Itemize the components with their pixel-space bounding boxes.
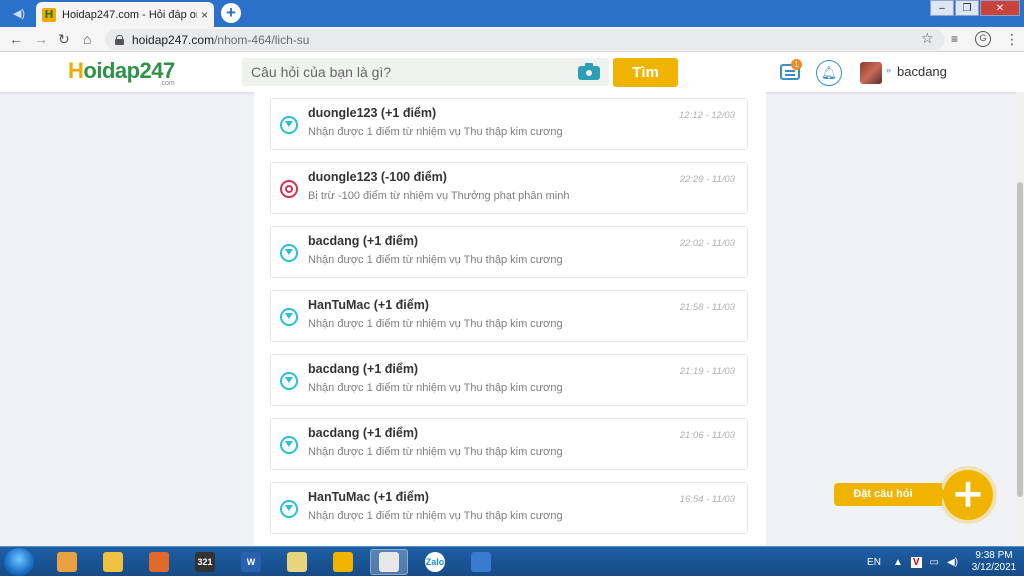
history-item-description: Nhận được 1 điểm từ nhiệm vụ Thu thập ki… bbox=[308, 446, 563, 458]
avatar[interactable] bbox=[860, 62, 882, 84]
history-item-time: 12:12 - 12/03 bbox=[679, 110, 735, 121]
antivirus-icon[interactable]: V bbox=[910, 556, 922, 568]
history-item-time: 16:54 - 11/03 bbox=[679, 494, 735, 505]
page-scrollbar[interactable] bbox=[1016, 92, 1024, 546]
history-item-title[interactable]: bacdang (+1 điểm) bbox=[308, 426, 418, 440]
messages-badge: 1 bbox=[791, 59, 802, 70]
search-button[interactable]: Tìm bbox=[613, 58, 678, 87]
home-icon[interactable]: ⌂ bbox=[83, 31, 91, 47]
network-icon[interactable]: ▭ bbox=[930, 557, 939, 568]
diamond-icon bbox=[280, 244, 298, 262]
window-controls: – ❐ ✕ bbox=[929, 0, 1020, 16]
tab-close-icon[interactable]: × bbox=[201, 8, 208, 22]
history-item[interactable]: bacdang (+1 điểm) Nhận được 1 điểm từ nhi… bbox=[270, 418, 748, 470]
volume-icon[interactable]: ◀) bbox=[947, 557, 958, 568]
file-explorer-icon[interactable] bbox=[94, 549, 132, 575]
diamond-icon bbox=[280, 436, 298, 454]
browser-tabbar: ◀) H Hoidap247.com - Hỏi đáp online × + … bbox=[0, 0, 1024, 27]
site-logo[interactable]: Hoidap247 .com bbox=[68, 58, 175, 87]
bookmark-star-icon[interactable]: ☆ bbox=[921, 30, 934, 47]
history-item[interactable]: bacdang (+1 điểm) Nhận được 1 điểm từ nhi… bbox=[270, 354, 748, 406]
app-1-icon[interactable] bbox=[48, 549, 86, 575]
diamond-icon bbox=[280, 500, 298, 518]
extension-icon[interactable]: G bbox=[975, 31, 991, 47]
username[interactable]: bacdang bbox=[897, 64, 947, 79]
app-7-icon[interactable] bbox=[324, 549, 362, 575]
word-icon[interactable]: W bbox=[232, 549, 270, 575]
diamond-icon bbox=[280, 116, 298, 134]
tab-title: Hoidap247.com - Hỏi đáp online bbox=[62, 8, 197, 21]
target-icon bbox=[280, 180, 298, 198]
clock[interactable]: 9:38 PM 3/12/2021 bbox=[964, 550, 1024, 574]
notification-bell-icon[interactable]: 🔔︎ bbox=[816, 60, 842, 86]
history-item-title[interactable]: bacdang (+1 điểm) bbox=[308, 362, 418, 376]
tray-up-arrow-icon[interactable]: ▲ bbox=[893, 557, 903, 568]
history-item-time: 21:58 - 11/03 bbox=[679, 302, 735, 313]
diamond-icon bbox=[280, 372, 298, 390]
browser-toolbar: ← → ↻ ⌂ hoidap247.com/nhom-464/lich-su ☆… bbox=[0, 27, 1024, 52]
diamond-icon bbox=[280, 308, 298, 326]
history-item-description: Nhận được 1 điểm từ nhiệm vụ Thu thập ki… bbox=[308, 318, 563, 330]
new-tab-button[interactable]: + bbox=[221, 3, 241, 23]
reload-icon[interactable]: ↻ bbox=[58, 31, 70, 47]
history-item-time: 21:06 - 11/03 bbox=[679, 430, 735, 441]
history-item-title[interactable]: bacdang (+1 điểm) bbox=[308, 234, 418, 248]
restore-button[interactable]: ❐ bbox=[955, 0, 979, 16]
audio-tab-icon[interactable]: ◀) bbox=[4, 3, 34, 25]
favicon-icon: H bbox=[42, 7, 56, 22]
zalo-icon[interactable]: Zalo bbox=[416, 549, 454, 575]
history-item[interactable]: HanTuMac (+1 điểm) Nhận được 1 điểm từ nh… bbox=[270, 290, 748, 342]
history-item-title[interactable]: duongle123 (-100 điểm) bbox=[308, 170, 447, 184]
history-item-title[interactable]: duongle123 (+1 điểm) bbox=[308, 106, 436, 120]
chevron-down-icon[interactable]: » bbox=[886, 65, 891, 75]
paint-icon[interactable] bbox=[278, 549, 316, 575]
history-panel: duongle123 (+1 điểm) Nhận được 1 điểm từ … bbox=[254, 92, 766, 546]
history-item-time: 22:29 - 11/03 bbox=[679, 174, 735, 185]
windows-taskbar: 321 W Zalo EN ▲ V ▭ ◀) 9:38 PM 3/12/2021 bbox=[0, 546, 1024, 576]
camera-icon[interactable] bbox=[578, 63, 600, 80]
back-icon[interactable]: ← bbox=[9, 31, 23, 47]
lock-icon bbox=[115, 34, 124, 45]
search-input[interactable] bbox=[242, 58, 562, 86]
ask-question-button[interactable]: + bbox=[943, 470, 993, 520]
forward-icon[interactable]: → bbox=[34, 31, 48, 47]
site-header: Hoidap247 .com Tìm 1 🔔︎ » bacdang bbox=[0, 52, 1024, 92]
history-item-description: Nhận được 1 điểm từ nhiệm vụ Thu thập ki… bbox=[308, 254, 563, 266]
history-item[interactable]: duongle123 (+1 điểm) Nhận được 1 điểm từ … bbox=[270, 98, 748, 150]
history-item-description: Nhận được 1 điểm từ nhiệm vụ Thu thập ki… bbox=[308, 382, 563, 394]
address-bar[interactable]: hoidap247.com/nhom-464/lich-su bbox=[105, 29, 945, 50]
menu-icon[interactable]: ⋮ bbox=[1005, 31, 1019, 48]
calendar-app-icon[interactable]: 321 bbox=[186, 549, 224, 575]
history-item-time: 22:02 - 11/03 bbox=[679, 238, 735, 249]
window-close-button[interactable]: ✕ bbox=[980, 0, 1020, 16]
start-button[interactable] bbox=[4, 548, 34, 576]
history-item[interactable]: bacdang (+1 điểm) Nhận được 1 điểm từ nhi… bbox=[270, 226, 748, 278]
system-tray: EN ▲ V ▭ ◀) 9:38 PM 3/12/2021 bbox=[867, 547, 1024, 576]
media-player-icon[interactable] bbox=[140, 549, 178, 575]
media-list-icon[interactable]: ≡ bbox=[951, 32, 958, 46]
app-10-icon[interactable] bbox=[462, 549, 500, 575]
search-box bbox=[242, 58, 609, 86]
ask-question-label[interactable]: Đặt câu hỏi bbox=[834, 483, 948, 506]
chrome-icon[interactable] bbox=[370, 549, 408, 575]
history-item-time: 21:19 - 11/03 bbox=[679, 366, 735, 377]
history-item-description: Nhận được 1 điểm từ nhiệm vụ Thu thập ki… bbox=[308, 126, 563, 138]
history-item-description: Bị trừ -100 điểm từ nhiệm vụ Thưởng phạt… bbox=[308, 190, 570, 202]
history-item-description: Nhận được 1 điểm từ nhiệm vụ Thu thập ki… bbox=[308, 510, 563, 522]
url-text: hoidap247.com/nhom-464/lich-su bbox=[132, 32, 310, 47]
minimize-button[interactable]: – bbox=[930, 0, 954, 16]
history-item[interactable]: duongle123 (-100 điểm) Bị trừ -100 điểm t… bbox=[270, 162, 748, 214]
browser-tab[interactable]: H Hoidap247.com - Hỏi đáp online × bbox=[36, 2, 214, 27]
history-item-title[interactable]: HanTuMac (+1 điểm) bbox=[308, 490, 429, 504]
language-indicator[interactable]: EN bbox=[867, 557, 881, 568]
history-item-title[interactable]: HanTuMac (+1 điểm) bbox=[308, 298, 429, 312]
history-item[interactable]: HanTuMac (+1 điểm) Nhận được 1 điểm từ nh… bbox=[270, 482, 748, 534]
